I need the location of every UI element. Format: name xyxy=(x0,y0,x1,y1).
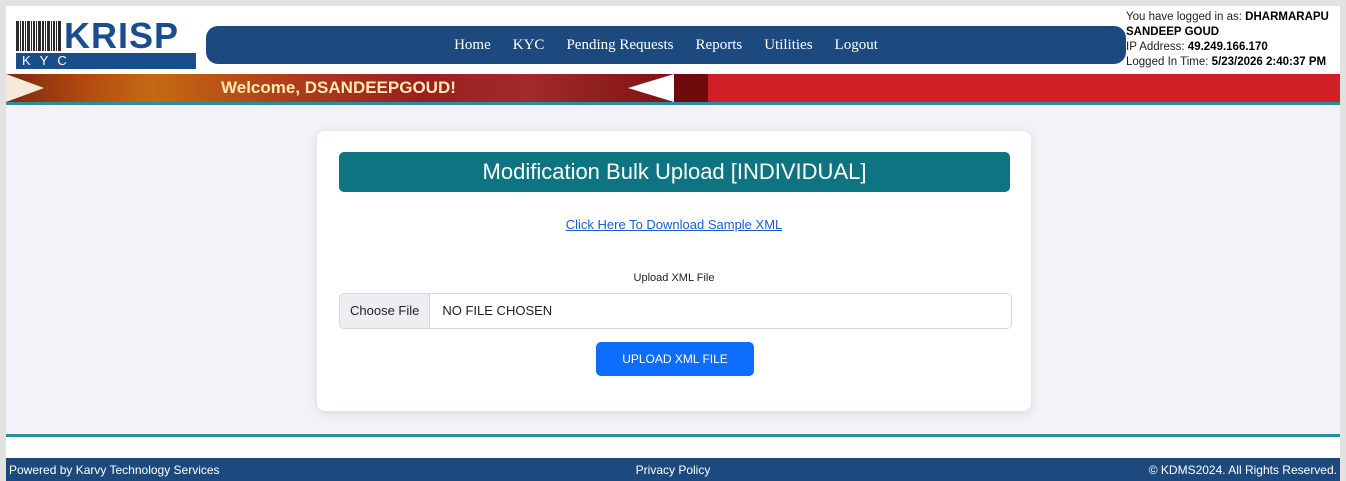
banner-arrow-right xyxy=(628,74,674,102)
bottom-divider xyxy=(6,434,1340,437)
nav-logout[interactable]: Logout xyxy=(824,37,889,54)
top-divider xyxy=(6,102,1340,105)
header: KRISP KYC Services Home KYC Pending Requ… xyxy=(6,6,1340,84)
login-time-line: Logged In Time: 5/23/2026 2:40:37 PM xyxy=(1126,56,1327,68)
nav-reports[interactable]: Reports xyxy=(685,37,754,54)
welcome-banner: Welcome, DSANDEEPGOUD! xyxy=(6,74,1340,102)
nav-pending-requests[interactable]: Pending Requests xyxy=(555,37,684,54)
banner-red-block xyxy=(708,74,1340,102)
upload-card: Modification Bulk Upload [INDIVIDUAL] Cl… xyxy=(317,131,1031,411)
window-frame-right xyxy=(1340,0,1346,481)
ip-line: IP Address: 49.249.166.170 xyxy=(1126,41,1268,53)
user-name-line2: SANDEEP GOUD xyxy=(1126,26,1220,38)
page-title: Modification Bulk Upload [INDIVIDUAL] xyxy=(339,152,1010,192)
upload-xml-button[interactable]: UPLOAD XML FILE xyxy=(596,342,754,376)
logo-subtitle: KYC Services xyxy=(16,53,196,84)
choose-file-button[interactable]: Choose File xyxy=(340,294,431,328)
nav-utilities[interactable]: Utilities xyxy=(753,37,823,54)
privacy-policy-link[interactable]: Privacy Policy xyxy=(6,463,1340,477)
main-content: Modification Bulk Upload [INDIVIDUAL] Cl… xyxy=(6,106,1340,434)
footer: Powered by Karvy Technology Services Pri… xyxy=(6,458,1340,481)
download-sample-link[interactable]: Click Here To Download Sample XML xyxy=(317,217,1031,232)
logo-wordmark: KRISP xyxy=(64,15,180,56)
user-info: You have logged in as: DHARMARAPU SANDEE… xyxy=(1126,10,1346,70)
nav-home[interactable]: Home xyxy=(443,37,502,54)
upload-label: Upload XML File xyxy=(633,272,715,284)
banner-arrow-left xyxy=(6,74,44,102)
main-navbar: Home KYC Pending Requests Reports Utilit… xyxy=(206,26,1126,64)
nav-kyc[interactable]: KYC xyxy=(502,37,556,54)
user-name: DHARMARAPU xyxy=(1245,11,1329,23)
file-name-text: NO FILE CHOSEN xyxy=(442,303,553,318)
file-input[interactable]: Choose File NO FILE CHOSEN xyxy=(339,293,1012,329)
barcode-icon xyxy=(16,21,62,51)
banner-dark-block xyxy=(674,74,708,102)
footer-copyright: © KDMS2024. All Rights Reserved. xyxy=(1148,463,1337,477)
login-time: 5/23/2026 2:40:37 PM xyxy=(1211,56,1327,68)
logged-in-line: You have logged in as: DHARMARAPU xyxy=(1126,11,1329,23)
krisp-logo: KRISP KYC Services xyxy=(16,17,196,84)
welcome-text: Welcome, DSANDEEPGOUD! xyxy=(221,78,456,97)
ip-address: 49.249.166.170 xyxy=(1187,41,1268,53)
